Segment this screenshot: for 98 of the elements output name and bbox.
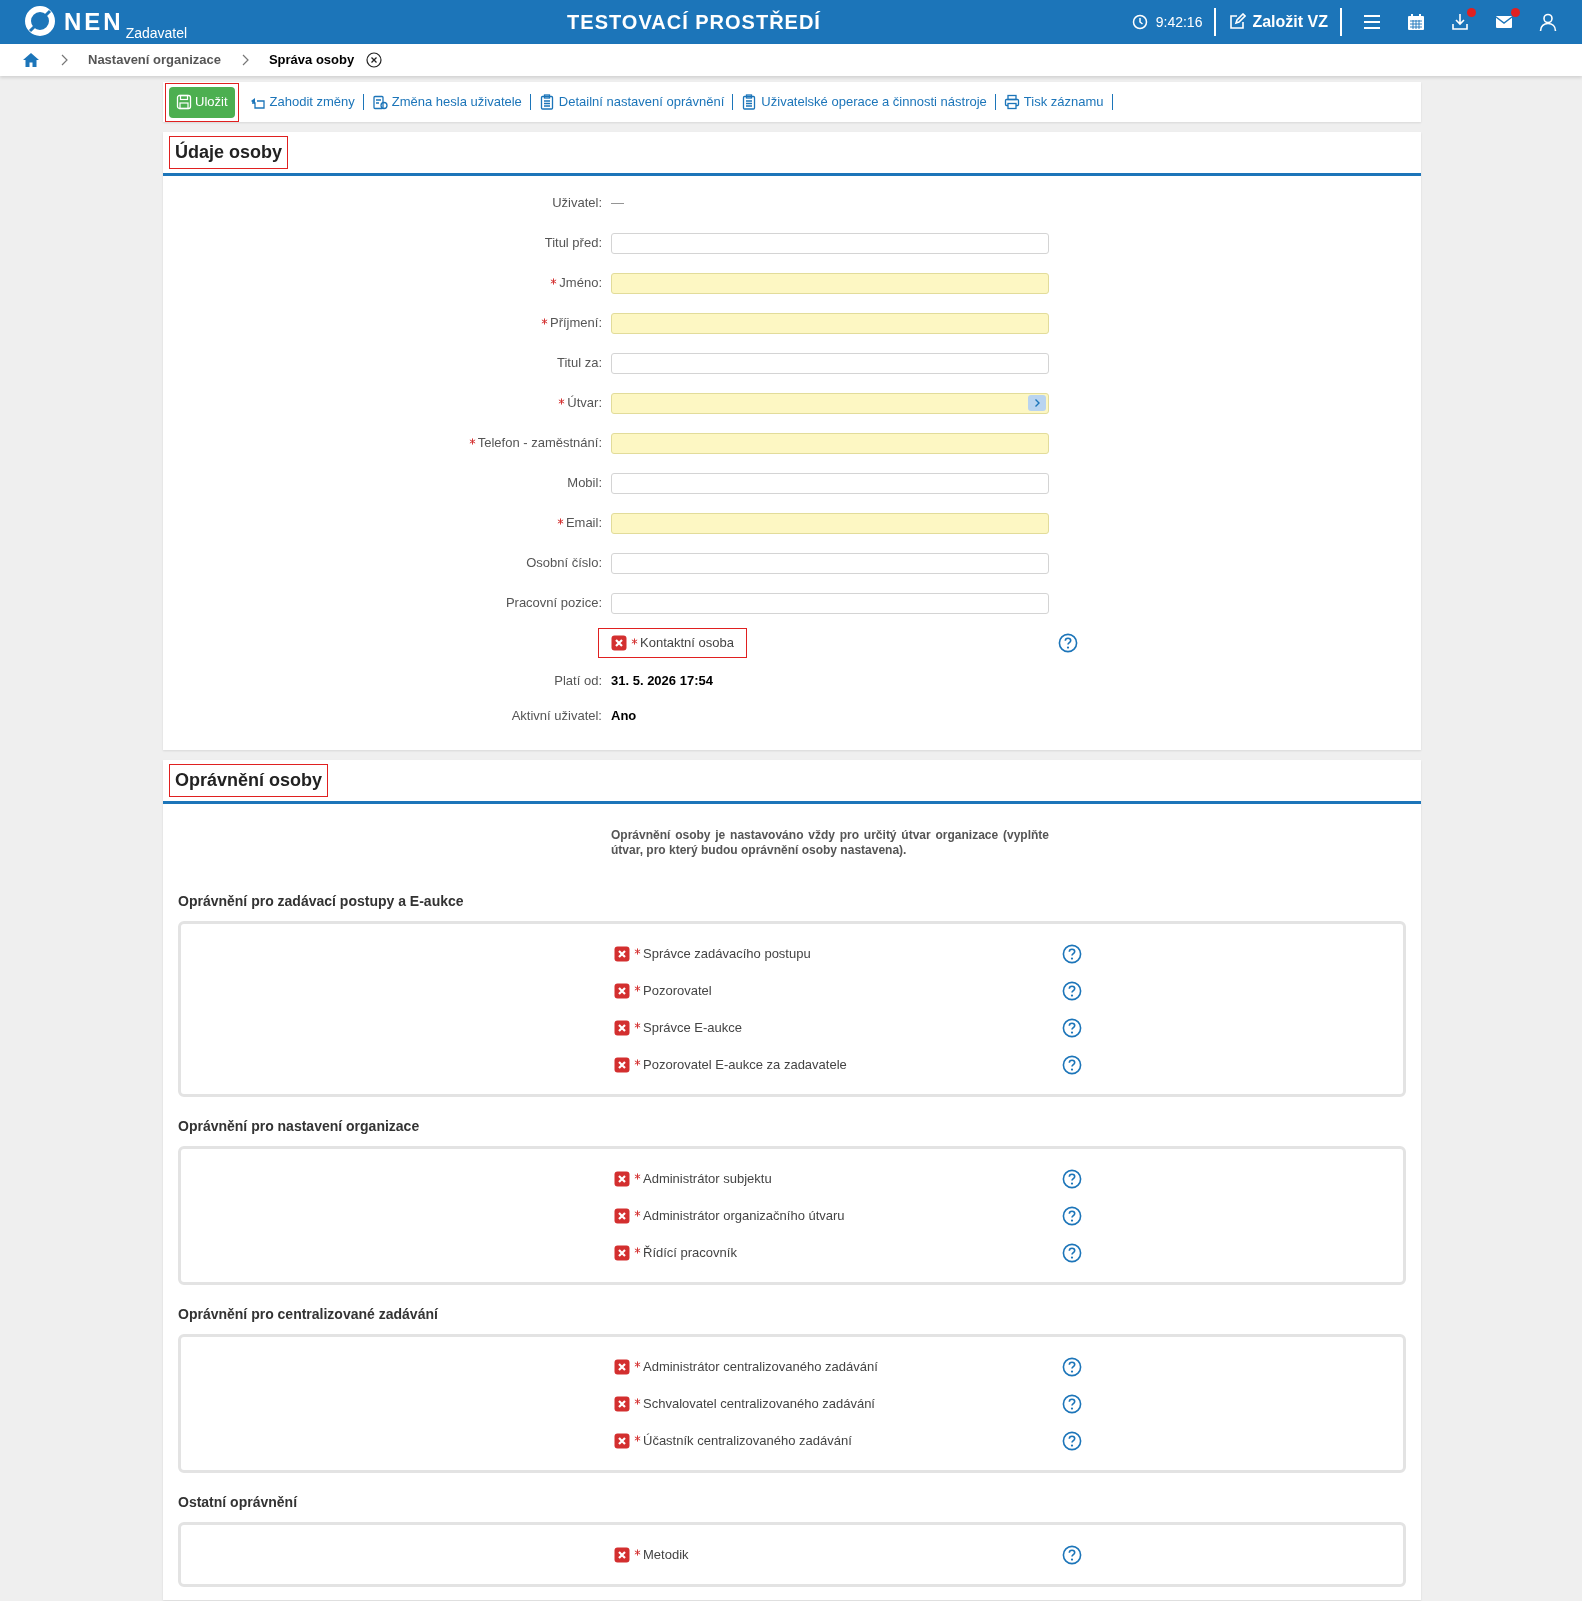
checkbox-label: Metodik	[643, 1545, 689, 1564]
checkbox[interactable]	[611, 635, 627, 651]
toolbar-link[interactable]: Změna hesla uživatele	[367, 86, 526, 118]
field-label: Uživatel:	[552, 194, 602, 213]
group-title: Oprávnění pro zadávací postupy a E-aukce	[178, 892, 465, 911]
environment-title: TESTOVACÍ PROSTŘEDÍ	[566, 9, 822, 35]
checkbox-label: Účastník centralizovaného zadávání	[643, 1431, 852, 1450]
help-icon[interactable]	[1062, 980, 1082, 1001]
edit-icon	[1228, 13, 1247, 31]
breadcrumb-item: Správa osoby	[268, 51, 355, 70]
help-icon[interactable]	[1062, 1205, 1082, 1226]
input-field[interactable]	[611, 552, 1049, 574]
checkbox[interactable]	[614, 1395, 630, 1412]
checkbox[interactable]	[614, 1170, 630, 1187]
checkbox[interactable]	[614, 1019, 630, 1036]
clipboard-icon	[741, 94, 758, 110]
field-value: —	[611, 194, 624, 213]
checkbox[interactable]	[614, 945, 630, 962]
checkbox[interactable]	[614, 1207, 630, 1224]
breadcrumb-item[interactable]: Nastavení organizace	[88, 50, 221, 70]
checkbox-label: Řídící pracovník	[643, 1243, 737, 1262]
section-title: Oprávnění osoby	[169, 764, 329, 797]
input-field[interactable]	[611, 352, 1049, 374]
checkbox[interactable]	[614, 982, 630, 999]
checkbox[interactable]	[614, 1546, 630, 1563]
group-title: Oprávnění pro nastavení organizace	[178, 1117, 421, 1136]
lookup-field[interactable]	[611, 392, 1049, 414]
save-button[interactable]: Uložit	[169, 86, 235, 118]
user-icon[interactable]	[1538, 12, 1558, 32]
home-icon[interactable]	[22, 52, 40, 68]
help-icon[interactable]	[1062, 1393, 1082, 1414]
checkbox-label: Pozorovatel	[643, 981, 712, 1000]
field-label: Telefon - zaměstnání:	[477, 434, 602, 453]
chevron-icon	[240, 54, 249, 66]
checkbox-label: Administrátor centralizovaného zadávání	[643, 1357, 878, 1376]
checkbox[interactable]	[614, 1358, 630, 1375]
checkbox[interactable]	[614, 1432, 630, 1449]
checkbox[interactable]	[614, 1056, 630, 1073]
toolbar-link[interactable]: Tisk záznamu	[999, 86, 1108, 118]
download-icon[interactable]	[1450, 12, 1470, 32]
help-icon[interactable]	[1062, 1356, 1082, 1377]
chevron-icon	[60, 54, 68, 66]
toolbar-link[interactable]: Uživatelské operace a činnosti nástroje	[737, 86, 991, 118]
info-text: Oprávnění osoby je nastavováno vždy pro určitý útvar organizace (vyplňte útvar, pro který budou oprávnění osoby nastavena).	[611, 828, 1049, 858]
checkbox[interactable]	[614, 1244, 630, 1261]
field-label: Jméno:	[559, 274, 602, 293]
save-icon	[176, 94, 192, 110]
field-label: Platí od:	[554, 671, 602, 690]
field-label: Titul před:	[544, 234, 602, 253]
toolbar-link[interactable]: Zahodit změny	[245, 86, 359, 118]
input-field[interactable]	[611, 432, 1049, 454]
checkbox-label: Správce E-aukce	[643, 1018, 742, 1037]
field-value: Ano	[611, 706, 637, 725]
checkbox-label: Schvalovatel centralizovaného zadávání	[643, 1394, 875, 1413]
document-icon	[371, 94, 388, 110]
menu-icon[interactable]	[1362, 12, 1382, 32]
checkbox-label: Kontaktní osoba	[640, 634, 734, 653]
clock-time: 9:42:16	[1155, 12, 1203, 32]
help-icon[interactable]	[1062, 943, 1082, 964]
printer-icon	[1003, 94, 1020, 110]
input-field[interactable]	[611, 232, 1049, 254]
section-title: Údaje osoby	[169, 136, 289, 169]
group-title: Oprávnění pro centralizované zadávání	[178, 1305, 439, 1324]
help-icon[interactable]	[1062, 1168, 1082, 1189]
field-label: Aktivní uživatel:	[511, 706, 602, 725]
field-label: Příjmení:	[550, 314, 602, 333]
field-label: Pracovní pozice:	[505, 594, 602, 613]
group-title: Ostatní oprávnění	[178, 1493, 299, 1512]
field-label: Titul za:	[556, 354, 602, 373]
checkbox-label: Pozorovatel E-aukce za zadavatele	[643, 1055, 847, 1074]
logo-text: NEN	[64, 9, 124, 34]
clipboard-icon	[538, 94, 555, 110]
field-label: Email:	[565, 514, 602, 533]
checkbox-label: Administrátor organizačního útvaru	[643, 1206, 845, 1225]
help-icon[interactable]	[1062, 1242, 1082, 1263]
input-field[interactable]	[611, 512, 1049, 534]
close-icon[interactable]	[366, 52, 383, 68]
toolbar-link[interactable]: Detailní nastavení oprávnění	[534, 86, 729, 118]
help-icon[interactable]	[1062, 1017, 1082, 1038]
help-icon[interactable]	[1062, 1054, 1082, 1075]
input-field[interactable]	[611, 312, 1049, 334]
input-field[interactable]	[611, 472, 1049, 494]
input-field[interactable]	[611, 592, 1049, 614]
logo-icon	[24, 4, 56, 37]
input-field[interactable]	[611, 272, 1049, 294]
create-button[interactable]: Založit VZ	[1228, 10, 1328, 34]
logo-subtitle: Zadavatel	[125, 25, 188, 40]
checkbox-label: Administrátor subjektu	[643, 1169, 772, 1188]
field-value: 31. 5. 2026 17:54	[611, 671, 713, 690]
help-icon[interactable]	[1062, 1430, 1082, 1451]
field-label: Osobní číslo:	[526, 554, 602, 573]
field-label: Útvar:	[567, 394, 602, 413]
checkbox-label: Správce zadávacího postupu	[643, 944, 811, 963]
field-label: Mobil:	[567, 474, 602, 493]
calendar-icon[interactable]	[1406, 12, 1426, 32]
help-icon[interactable]	[1058, 633, 1078, 653]
clock-icon	[1131, 14, 1148, 30]
help-icon[interactable]	[1062, 1544, 1082, 1565]
